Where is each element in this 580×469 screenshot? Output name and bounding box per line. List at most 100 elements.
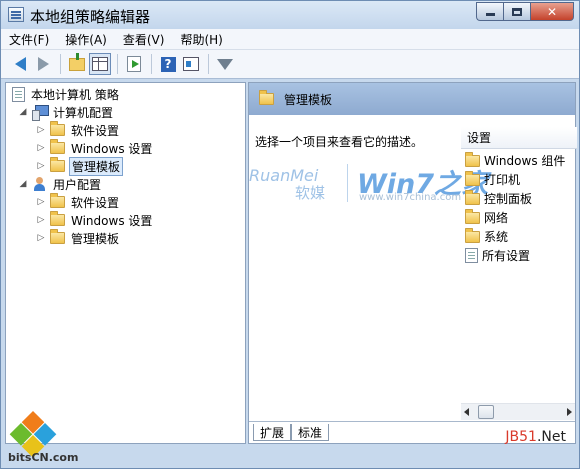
- tab-extended[interactable]: 扩展: [253, 424, 292, 441]
- title-bar: 本地组策略编辑器 ✕: [1, 1, 579, 29]
- list-item-label: 打印机: [484, 173, 521, 187]
- forward-arrow-icon: [37, 57, 49, 71]
- folder-icon: [50, 121, 65, 136]
- app-icon: [8, 7, 24, 22]
- help-button[interactable]: ?: [157, 53, 179, 75]
- details-pane: 管理模板 选择一个项目来查看它的描述。 RuanMei 软媒 Win7之家 ww…: [248, 82, 577, 444]
- maximize-icon: [512, 7, 522, 16]
- horizontal-scrollbar[interactable]: [461, 403, 575, 420]
- extended-view-button[interactable]: [180, 53, 202, 75]
- policy-document-icon: [12, 86, 25, 102]
- tree-item-computer-software[interactable]: ▷ 软件设置: [36, 121, 121, 139]
- tree-item-label: Windows 设置: [71, 141, 153, 156]
- tab-label: 标准: [298, 425, 323, 440]
- tree-item-computer-windows[interactable]: ▷ Windows 设置: [36, 139, 154, 157]
- expand-icon[interactable]: ▷: [36, 143, 46, 153]
- maximize-button[interactable]: [503, 2, 530, 21]
- export-list-button[interactable]: [123, 53, 145, 75]
- show-hide-tree-button[interactable]: [89, 53, 111, 75]
- list-item-control-panel[interactable]: 控制面板: [465, 189, 532, 208]
- up-level-button[interactable]: [66, 52, 88, 75]
- tree-item-label: 计算机配置: [53, 105, 114, 120]
- folder-icon: [50, 157, 65, 172]
- tab-standard[interactable]: 标准: [291, 424, 330, 441]
- view-icon: [183, 57, 199, 71]
- back-button[interactable]: [9, 53, 31, 75]
- bitscn-logo-text: bitsCN.com: [8, 451, 79, 464]
- toolbar-separator: [151, 54, 152, 74]
- list-item-printers[interactable]: 打印机: [465, 170, 520, 189]
- menu-help[interactable]: 帮助(H): [180, 31, 222, 48]
- tree-item-computer-config[interactable]: ◢ 计算机配置: [18, 103, 115, 121]
- menu-file[interactable]: 文件(F): [9, 31, 49, 48]
- list-item-system[interactable]: 系统: [465, 227, 508, 246]
- jb51-logo-main: JB51: [505, 429, 537, 445]
- menu-bar: 文件(F) 操作(A) 查看(V) 帮助(H): [1, 29, 579, 50]
- folder-icon: [50, 211, 65, 226]
- watermark-brand-cn: 软媒: [295, 184, 326, 202]
- minimize-button[interactable]: [476, 2, 503, 21]
- folder-icon: [50, 229, 65, 244]
- list-item-network[interactable]: 网络: [465, 208, 508, 227]
- computer-icon: [32, 105, 49, 121]
- folder-icon: [50, 139, 65, 154]
- collapse-icon[interactable]: ◢: [18, 107, 28, 117]
- tree-item-user-admin-templates[interactable]: ▷ 管理模板: [36, 229, 121, 247]
- folder-icon: [465, 170, 480, 186]
- window-title: 本地组策略编辑器: [30, 8, 151, 26]
- close-icon: ✕: [546, 4, 558, 19]
- user-icon: [32, 176, 47, 192]
- filter-button[interactable]: [214, 53, 236, 75]
- tree-root[interactable]: 本地计算机 策略: [12, 85, 121, 103]
- toolbar-separator: [208, 54, 209, 74]
- list-item-all-settings[interactable]: 所有设置: [465, 246, 530, 265]
- tree-item-label: Windows 设置: [71, 213, 153, 228]
- toolbar: ?: [1, 50, 579, 79]
- folder-icon: [465, 189, 480, 205]
- tree-item-user-software[interactable]: ▷ 软件设置: [36, 193, 121, 211]
- tree-root-label: 本地计算机 策略: [31, 87, 119, 102]
- menu-action[interactable]: 操作(A): [65, 31, 107, 48]
- tree-item-computer-admin-templates[interactable]: ▷ 管理模板: [36, 156, 124, 176]
- bitscn-logo: bitsCN.com: [2, 410, 92, 468]
- folder-icon: [465, 151, 480, 167]
- toolbar-separator: [60, 54, 61, 74]
- menu-view[interactable]: 查看(V): [123, 31, 165, 48]
- column-header-setting[interactable]: 设置: [461, 127, 577, 149]
- tree-item-user-windows[interactable]: ▷ Windows 设置: [36, 211, 154, 229]
- forward-button[interactable]: [32, 53, 54, 75]
- description-text: 选择一个项目来查看它的描述。: [255, 135, 424, 149]
- details-title: 管理模板: [284, 92, 333, 107]
- tab-label: 扩展: [260, 425, 285, 440]
- all-settings-icon: [465, 248, 478, 263]
- expand-icon[interactable]: ▷: [36, 233, 46, 243]
- scroll-thumb[interactable]: [478, 405, 494, 419]
- scroll-right-icon[interactable]: [567, 408, 572, 416]
- help-icon: ?: [160, 56, 176, 72]
- tree-item-label: 软件设置: [71, 195, 120, 210]
- close-button[interactable]: ✕: [530, 2, 574, 21]
- filter-icon: [217, 58, 233, 70]
- expand-icon[interactable]: ▷: [36, 125, 46, 135]
- list-item-label: 系统: [484, 230, 509, 244]
- tree-item-label: 用户配置: [53, 177, 102, 192]
- jb51-logo-suffix: .Net: [536, 429, 566, 445]
- window: 本地组策略编辑器 ✕ 文件(F) 操作(A) 查看(V) 帮助(H) ? 本地计…: [0, 0, 580, 469]
- list-item-label: 控制面板: [484, 192, 533, 206]
- console-tree-icon: [92, 57, 108, 71]
- tree-item-label: 软件设置: [71, 123, 120, 138]
- folder-icon: [465, 208, 480, 224]
- scroll-left-icon[interactable]: [464, 408, 469, 416]
- list-item-windows-components[interactable]: Windows 组件: [465, 151, 565, 170]
- console-tree: 本地计算机 策略 ◢ 计算机配置 ▷ 软件设置 ▷ Windows 设置 ▷ 管…: [5, 82, 246, 444]
- folder-icon: [465, 227, 480, 243]
- watermark-url: www.win7china.com: [359, 192, 462, 203]
- folder-icon: [259, 90, 274, 105]
- list-item-label: 所有设置: [482, 249, 531, 263]
- tree-item-user-config[interactable]: ◢ 用户配置: [18, 175, 103, 193]
- export-icon: [127, 56, 141, 72]
- expand-icon[interactable]: ▷: [36, 161, 46, 171]
- expand-icon[interactable]: ▷: [36, 215, 46, 225]
- collapse-icon[interactable]: ◢: [18, 179, 28, 189]
- expand-icon[interactable]: ▷: [36, 197, 46, 207]
